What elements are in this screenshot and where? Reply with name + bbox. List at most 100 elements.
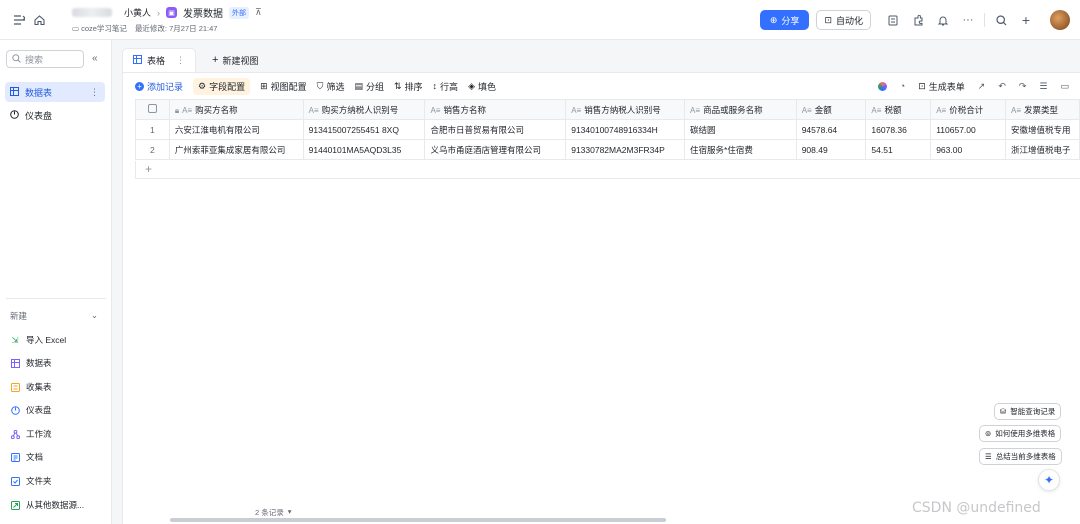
bell-icon[interactable] <box>934 11 952 29</box>
column-header[interactable]: 🔒︎ A≡ 购买方名称 <box>168 99 304 120</box>
breadcrumb-parent[interactable]: 小黄人 <box>124 6 151 19</box>
more-icon[interactable]: ··· <box>959 11 977 29</box>
table-cell[interactable]: 110657.00 <box>930 119 1006 140</box>
doc-title[interactable]: 发票数据 <box>183 5 223 20</box>
new-dashboard[interactable]: 仪表盘 <box>10 402 52 418</box>
view-tab-bar: 表格 ⋮ + 新建视图 <box>112 40 1080 72</box>
column-header[interactable]: A≡ 金额 <box>795 99 867 120</box>
more-vertical-icon[interactable]: ⋮ <box>176 55 185 66</box>
record-count[interactable]: 2 条记录 ▾ <box>255 507 292 518</box>
comment-icon[interactable]: ▭ <box>1060 81 1069 92</box>
plus-icon[interactable]: + <box>1017 11 1035 29</box>
pin-icon[interactable]: ⊼ <box>255 7 262 18</box>
view-config-button[interactable]: ⊞ 视图配置 <box>260 80 307 93</box>
new-import-excel[interactable]: ⇲ 导入 Excel <box>10 332 66 348</box>
export-icon[interactable]: ↗ <box>978 81 986 92</box>
ai-assistant-icon[interactable] <box>877 81 887 91</box>
template-icon[interactable] <box>884 11 902 29</box>
table-cell[interactable]: 浙江增值税电子 <box>1005 139 1080 160</box>
table-cell[interactable]: 91340100748916334H <box>565 119 686 140</box>
column-label: 税额 <box>884 104 902 115</box>
select-all-checkbox[interactable] <box>135 99 170 120</box>
watermark: CSDN @undefined <box>912 500 1041 516</box>
filter-button[interactable]: ⛉ 筛选 <box>317 80 345 93</box>
outline-toggle-icon[interactable] <box>10 11 28 29</box>
new-item-label: 导入 Excel <box>26 335 67 345</box>
column-header[interactable]: A≡ 税额 <box>865 99 932 120</box>
blurred-owner <box>72 8 112 17</box>
sidebar-item-table[interactable]: 数据表 ⋮ <box>5 82 105 102</box>
table-cell[interactable]: 94578.64 <box>795 119 867 140</box>
column-header[interactable]: A≡ 销售方纳税人识别号 <box>565 99 686 120</box>
table-cell[interactable]: 义乌市甬庭酒店管理有限公司 <box>424 139 567 160</box>
add-record-button[interactable]: + 添加记录 <box>135 80 183 93</box>
table-cell[interactable]: 合肥市日普贸易有限公司 <box>424 119 567 140</box>
sidebar-item-dashboard[interactable]: 仪表盘 <box>5 105 105 125</box>
settings-list-icon[interactable]: ☰ <box>1039 81 1047 92</box>
redo-icon[interactable]: ↷ <box>1019 81 1027 92</box>
new-doc[interactable]: 文档 <box>10 449 43 465</box>
table-cell[interactable]: 16078.36 <box>865 119 932 140</box>
search-icon[interactable] <box>992 11 1010 29</box>
fill-color-button[interactable]: ◈ 填色 <box>468 80 496 93</box>
text-field-icon: A≡ <box>308 105 319 115</box>
column-label: 销售方纳税人识别号 <box>584 104 661 115</box>
table-cell[interactable]: 54.51 <box>865 139 932 160</box>
form-icon: ⊡ <box>918 80 926 91</box>
text-field-icon: A≡ <box>182 105 193 115</box>
field-config-button[interactable]: ⚙ 字段配置 <box>193 77 251 95</box>
undo-icon[interactable]: ↶ <box>998 81 1006 92</box>
new-view-button[interactable]: + 新建视图 <box>196 48 258 72</box>
new-item-label: 仪表盘 <box>26 405 52 415</box>
smart-query-button[interactable]: ⛁ 智能查询记录 <box>994 403 1062 420</box>
column-header[interactable]: A≡ 价税合计 <box>930 99 1006 120</box>
table-cell[interactable]: 963.00 <box>930 139 1006 160</box>
history-icon[interactable]: ◔ <box>900 81 905 91</box>
row-height-button[interactable]: ↕ 行高 <box>433 80 459 93</box>
collapse-sidebar-icon[interactable]: « <box>92 53 98 64</box>
table-cell[interactable]: 908.49 <box>795 139 867 160</box>
column-header[interactable]: A≡ 购买方纳税人识别号 <box>302 99 426 120</box>
table-cell[interactable]: 91330782MA2M3FR34P <box>565 139 686 160</box>
table-row[interactable]: 2 广州索菲亚集成家居有限公司 91440101MA5AQD3L35 义乌市甬庭… <box>135 139 1080 160</box>
more-vertical-icon[interactable]: ⋮ <box>90 87 99 98</box>
table-cell[interactable]: 安徽增值税专用 <box>1005 119 1080 140</box>
group-button[interactable]: ▤ 分组 <box>354 80 384 93</box>
new-folder[interactable]: 文件夹 <box>10 473 52 489</box>
sort-button[interactable]: ⇅ 排序 <box>394 80 423 93</box>
table-row[interactable]: 1 六安江淮电机有限公司 913415007255451 8XQ 合肥市日普贸易… <box>135 119 1080 140</box>
column-header[interactable]: A≡ 商品或服务名称 <box>684 99 797 120</box>
avatar[interactable] <box>1050 10 1070 30</box>
group-icon: ▤ <box>354 80 363 91</box>
new-section-header[interactable]: 新建 ⌄ <box>10 310 98 322</box>
table-panel: + 添加记录 ⚙ 字段配置 ⊞ 视图配置 ⛉ 筛选 ▤ 分组 ⇅ 排序 ↕ 行高… <box>122 72 1080 524</box>
new-table[interactable]: 数据表 <box>10 355 52 371</box>
table-cell[interactable]: 广州索菲亚集成家居有限公司 <box>168 139 304 160</box>
table-cell[interactable]: 六安江淮电机有限公司 <box>168 119 304 140</box>
share-button[interactable]: ⊕ 分享 <box>759 10 810 30</box>
table-cell[interactable]: 碳结圆 <box>684 119 797 140</box>
plugin-icon[interactable] <box>909 11 927 29</box>
new-workflow[interactable]: 工作流 <box>10 426 52 442</box>
workflow-icon <box>10 429 20 439</box>
generate-form-button[interactable]: ⊡ 生成表单 <box>918 80 965 93</box>
tab-grid-view[interactable]: 表格 ⋮ <box>122 48 197 72</box>
table-cell[interactable]: 91440101MA5AQD3L35 <box>302 139 426 160</box>
how-to-use-button[interactable]: ⊚ 如何使用多维表格 <box>979 425 1062 442</box>
add-row-button[interactable]: + <box>135 161 1080 179</box>
new-section-label: 新建 <box>10 311 28 321</box>
new-form[interactable]: 收集表 <box>10 379 52 395</box>
space-name[interactable]: coze学习笔记 <box>81 23 127 34</box>
home-icon[interactable] <box>30 11 48 29</box>
automation-button[interactable]: ⊡ 自动化 <box>816 10 871 30</box>
new-item-label: 文件夹 <box>26 476 52 486</box>
horizontal-scrollbar[interactable] <box>170 518 666 522</box>
new-from-datasource[interactable]: 从其他数据源... <box>10 497 84 513</box>
column-header[interactable]: A≡ 发票类型 <box>1005 99 1080 120</box>
table-cell[interactable]: 住宿服务*住宿费 <box>684 139 797 160</box>
sidebar-search[interactable]: 搜索 <box>6 50 84 68</box>
summarize-button[interactable]: ☰ 总结当前多维表格 <box>979 448 1062 465</box>
ai-sparkle-button[interactable]: ✦ <box>1038 469 1060 491</box>
column-header[interactable]: A≡ 销售方名称 <box>424 99 567 120</box>
table-cell[interactable]: 913415007255451 8XQ <box>302 119 426 140</box>
